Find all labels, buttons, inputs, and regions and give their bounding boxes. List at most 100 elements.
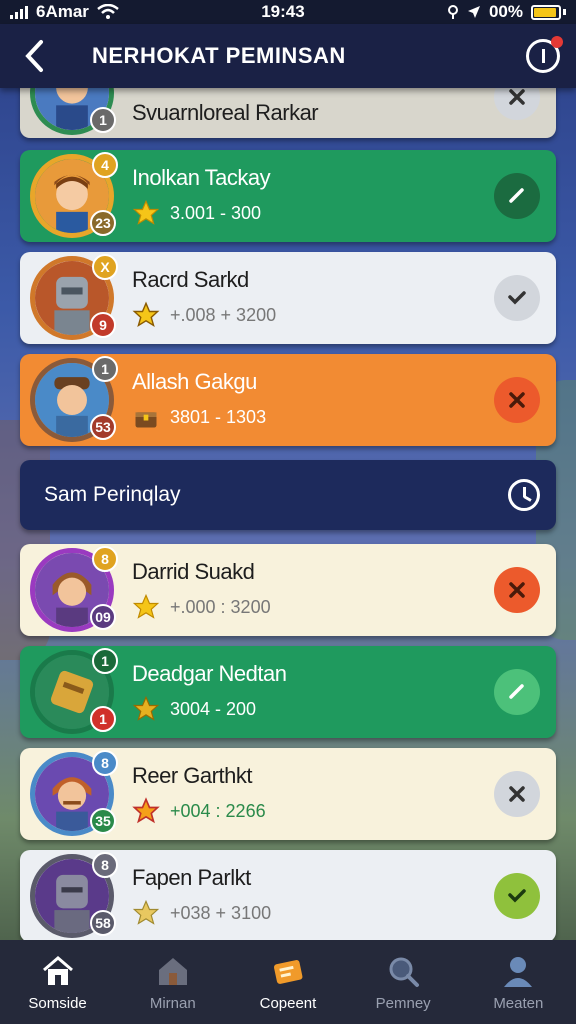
list-item[interactable]: 1 Svuarnloreal Rarkar (20, 88, 556, 138)
score-value: 3.001 - 300 (170, 202, 262, 223)
player-name: Darrid Suakd (132, 559, 255, 584)
player-name: Deadgar Nedtan (132, 661, 287, 686)
page-title: NERHOKAT PEMINSAN (92, 43, 346, 68)
status-bar: 6Amar 19:43 00% (0, 0, 576, 24)
level-badge: 23 (90, 210, 116, 236)
house-icon (158, 957, 187, 985)
player-info: Svuarnloreal Rarkar (132, 88, 494, 126)
clock-icon[interactable] (508, 479, 540, 511)
status-right: 00% (447, 2, 566, 22)
star-icon (132, 797, 160, 824)
x-icon (509, 392, 525, 408)
avatar-container: 8 09 (30, 546, 118, 632)
list-item[interactable]: 8 09 Darrid Suakd +.000 : 3200 (20, 544, 556, 636)
avatar-container: 1 53 (30, 356, 118, 442)
level-badge: 35 (90, 808, 116, 834)
player-info: Inolkan Tackay 3.001 - 300 (132, 165, 494, 227)
x-icon (509, 582, 525, 598)
player-info: Reer Garthkt +004 : 2266 (132, 763, 494, 825)
score-line: +.000 : 3200 (132, 593, 494, 621)
player-info: Allash Gakgu 3801 - 1303 (132, 369, 494, 431)
list-item[interactable]: 8 35 Reer Garthkt +004 : 2266 (20, 748, 556, 840)
profile-icon (504, 956, 533, 987)
status-left: 6Amar (10, 2, 119, 22)
notification-dot (551, 36, 563, 48)
remove-button[interactable] (494, 377, 540, 423)
nav-item-search[interactable]: Pemney (348, 953, 458, 1012)
remove-button[interactable] (494, 88, 540, 120)
avatar-container: 1 (30, 88, 116, 135)
rank-badge: 8 (92, 750, 118, 776)
avatar-container: 4 23 (30, 152, 118, 238)
level-badge: 09 (90, 604, 116, 630)
score-line: 3801 - 1303 (132, 403, 494, 431)
home-icon (42, 955, 73, 985)
player-name: Racrd Sarkd (132, 267, 249, 292)
accept-button[interactable] (494, 173, 540, 219)
battery-tip (563, 9, 566, 15)
player-name: Allash Gakgu (132, 369, 257, 394)
score-value: 3004 - 200 (170, 698, 257, 719)
level-badge: 9 (90, 312, 116, 338)
score-line: +.008 + 3200 (132, 301, 494, 329)
level-badge: 1 (90, 107, 116, 133)
avatar-container: X 9 (30, 254, 118, 340)
chevron-left-icon (25, 40, 43, 72)
level-badge: 1 (90, 706, 116, 732)
bottom-navigation: Somside Mirnan Copeent Pemney Meaten (0, 940, 576, 1024)
rank-badge: 1 (92, 356, 118, 382)
star-icon (132, 695, 160, 721)
list-item[interactable]: 1 1 Deadgar Nedtan 3004 - 200 (20, 646, 556, 738)
rank-badge: 4 (92, 152, 118, 178)
chest-icon (135, 412, 157, 428)
nav-label-house: Mirnan (149, 994, 196, 1012)
star-icon (132, 199, 160, 225)
player-info: Deadgar Nedtan 3004 - 200 (132, 661, 494, 723)
player-info: Racrd Sarkd +.008 + 3200 (132, 267, 494, 329)
status-time: 19:43 (261, 2, 305, 21)
wifi-icon (97, 4, 119, 19)
avatar-container: 1 1 (30, 648, 118, 734)
player-name: Fapen Parlkt (132, 865, 251, 890)
timer-button[interactable] (526, 36, 563, 73)
accept-button[interactable] (494, 669, 540, 715)
app-header: NERHOKAT PEMINSAN (0, 24, 576, 88)
avatar-container: 8 58 (30, 852, 118, 938)
x-icon (509, 89, 525, 105)
star-icon (132, 301, 160, 328)
list-item[interactable]: X 9 Racrd Sarkd +.008 + 3200 (20, 252, 556, 344)
nav-item-profile[interactable]: Meaten (463, 953, 573, 1012)
section-title: Sam Perinqlay (44, 483, 181, 506)
signal-icon (10, 5, 28, 19)
check-icon (508, 889, 526, 903)
nav-item-home[interactable]: Somside (3, 953, 113, 1012)
nav-label-ticket: Copeent (259, 994, 317, 1012)
check-icon (508, 291, 526, 305)
score-value: +004 : 2266 (170, 800, 266, 821)
nav-label-home: Somside (28, 994, 87, 1012)
nav-label-search: Pemney (375, 994, 431, 1012)
nav-label-profile: Meaten (493, 994, 544, 1012)
remove-button[interactable] (494, 567, 540, 613)
score-line: 3004 - 200 (132, 695, 494, 723)
list-item[interactable]: 4 23 Inolkan Tackay 3.001 - 300 (20, 150, 556, 242)
player-info: Darrid Suakd +.000 : 3200 (132, 559, 494, 621)
accept-button[interactable] (494, 275, 540, 321)
section-header: Sam Perinqlay (20, 460, 556, 530)
rank-badge: 8 (92, 852, 118, 878)
score-value: +.008 + 3200 (170, 304, 277, 325)
check-icon (509, 188, 524, 203)
location-icon (447, 5, 458, 19)
score-value: 3801 - 1303 (170, 406, 267, 427)
score-line: +038 + 3100 (132, 899, 494, 927)
check-icon (509, 684, 524, 699)
remove-button[interactable] (494, 771, 540, 817)
list-item[interactable]: 1 53 Allash Gakgu 3801 - 1303 (20, 354, 556, 446)
list-item[interactable]: 8 58 Fapen Parlkt +038 + 3100 (20, 850, 556, 940)
nav-item-ticket[interactable]: Copeent (233, 953, 343, 1012)
back-button[interactable] (16, 36, 52, 76)
nav-item-house[interactable]: Mirnan (118, 953, 228, 1012)
accept-button[interactable] (494, 873, 540, 919)
player-name: Svuarnloreal Rarkar (132, 100, 319, 125)
ranking-list[interactable]: 1 Svuarnloreal Rarkar 4 23 Inolkan Tacka… (0, 88, 576, 940)
